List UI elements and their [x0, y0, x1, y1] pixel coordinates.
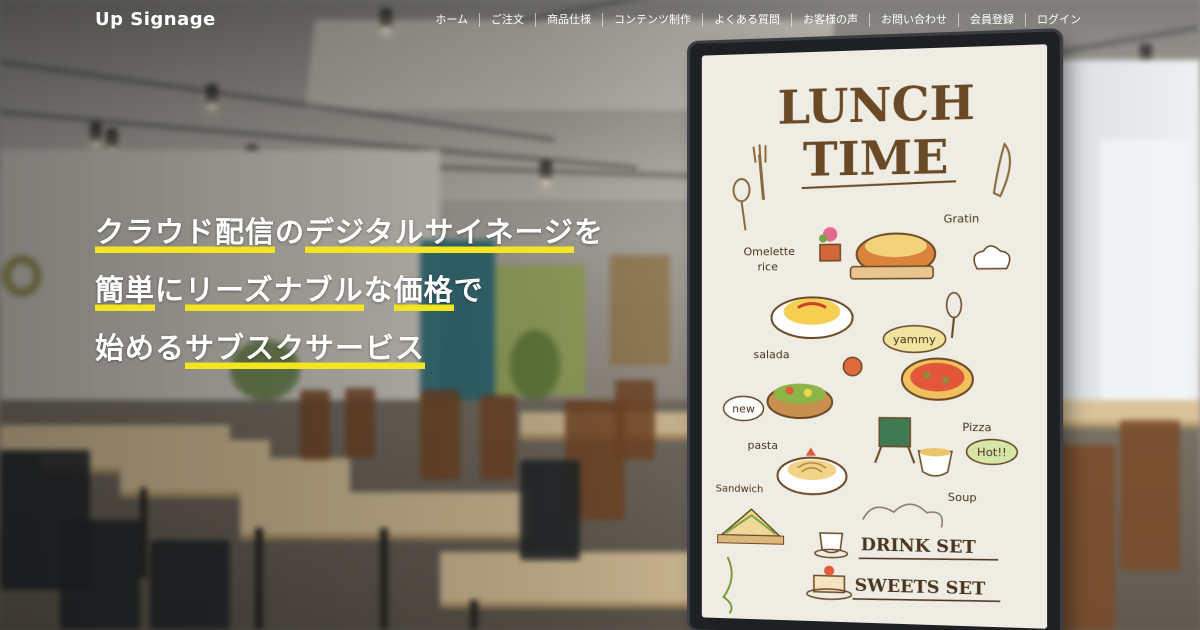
headline-text: な	[363, 273, 394, 307]
drink-set-label: DRINK SET	[861, 534, 977, 557]
soup-illustration	[919, 447, 952, 476]
nav-register[interactable]: 会員登録	[958, 13, 1025, 27]
yammy-speech-bubble: yammy	[883, 326, 945, 353]
nav-product-spec[interactable]: 商品仕様	[535, 13, 602, 27]
tomato-icon	[843, 357, 861, 375]
lunch-menu-illustration: LUNCH TIME Gratin Omelette rice yammy sa…	[701, 44, 1048, 629]
label-pizza: Pizza	[962, 421, 991, 435]
headline-text: の	[275, 215, 306, 249]
label-rice: rice	[757, 260, 778, 273]
new-speech-bubble: new	[724, 396, 764, 420]
label-gratin: Gratin	[944, 212, 980, 226]
hero-headline: クラウド配信のデジタルサイネージを 簡単にリーズナブルな価格で 始めるサブスクサ…	[95, 218, 604, 392]
highlight-text: クラウド配信	[95, 218, 276, 253]
highlight-text: 価格	[393, 276, 454, 311]
nav-login[interactable]: ログイン	[1025, 13, 1092, 27]
headline-text: に	[155, 273, 186, 307]
label-new: new	[732, 402, 755, 415]
label-pasta: pasta	[748, 439, 779, 453]
nav-contact[interactable]: お問い合わせ	[869, 13, 958, 27]
pizza-illustration	[902, 359, 973, 401]
highlight-text: 簡単	[95, 276, 156, 311]
label-salada: salada	[753, 348, 789, 361]
site-logo[interactable]: Up Signage	[95, 9, 216, 30]
headline-text: で	[453, 273, 484, 307]
headline-line-2: 簡単にリーズナブルな価格で	[95, 276, 604, 334]
menu-title-line-1: LUNCH	[778, 74, 975, 135]
headline-line-3: 始めるサブスクサービス	[95, 334, 604, 392]
site-header: Up Signage ホーム ご注文 商品仕様 コンテンツ制作 よくある質問 お…	[0, 0, 1200, 44]
label-hot: Hot!!	[977, 445, 1007, 459]
nav-order[interactable]: ご注文	[479, 13, 535, 27]
headline-text: を	[573, 215, 604, 249]
label-sandwich: Sandwich	[716, 483, 764, 495]
label-soup: Soup	[948, 490, 977, 504]
main-nav: ホーム ご注文 商品仕様 コンテンツ制作 よくある質問 お客様の声 お問い合わせ…	[424, 13, 1092, 27]
highlight-text: サブスクサービス	[185, 334, 426, 369]
nav-content-production[interactable]: コンテンツ制作	[602, 13, 702, 27]
menu-title-line-2: TIME	[803, 129, 949, 188]
headline-line-1: クラウド配信のデジタルサイネージを	[95, 218, 604, 276]
nav-faq[interactable]: よくある質問	[702, 13, 791, 27]
digital-signage: LUNCH TIME Gratin Omelette rice yammy sa…	[690, 31, 1060, 630]
highlight-text: デジタルサイネージ	[305, 218, 574, 253]
signage-screen: LUNCH TIME Gratin Omelette rice yammy sa…	[701, 44, 1048, 629]
nav-home[interactable]: ホーム	[424, 13, 479, 27]
label-yammy: yammy	[893, 333, 936, 346]
hero-section: Up Signage ホーム ご注文 商品仕様 コンテンツ制作 よくある質問 お…	[0, 0, 1200, 630]
headline-text: 始める	[95, 331, 186, 365]
label-omelette: Omelette	[744, 245, 796, 259]
omelette-rice-illustration	[772, 297, 853, 338]
hot-speech-bubble: Hot!!	[967, 439, 1018, 465]
sweets-set-label: SWEETS SET	[855, 574, 986, 598]
nav-testimonials[interactable]: お客様の声	[791, 13, 869, 27]
highlight-text: リーズナブル	[185, 276, 364, 311]
